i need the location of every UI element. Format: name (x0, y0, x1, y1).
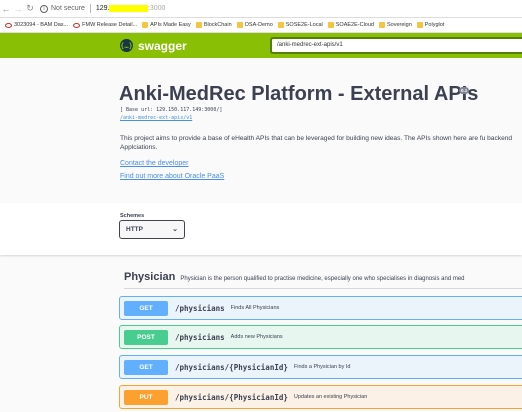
method-badge: GET (124, 300, 168, 316)
swagger-logo-icon: {…} (120, 39, 133, 52)
browser-address-bar: ← → ↻ i Not secure 129.150.117.149:3000 (0, 0, 522, 18)
swagger-logo-text: swagger (138, 38, 187, 53)
method-badge: POST (124, 329, 168, 345)
oracle-icon (5, 22, 12, 28)
bookmark-label: Sovereign (386, 22, 412, 28)
bookmark-item[interactable]: BlockChain (195, 22, 232, 28)
bookmark-label: APIs Made Easy (150, 22, 191, 28)
operation-path: /physicians/{PhysicianId} (175, 392, 288, 402)
bookmark-item[interactable]: SOAE2E-Cloud (327, 22, 374, 28)
operation-path: /physicians/{PhysicianId} (175, 362, 288, 372)
bookmark-label: SOAE2E-Cloud (335, 22, 374, 28)
contact-developer-link[interactable]: Contact the developer (120, 160, 189, 167)
url-redaction: 150.117.149 (109, 5, 148, 12)
method-badge: GET (124, 359, 168, 375)
bookmark-item[interactable]: 3023094 - BAM Das... (5, 22, 68, 28)
swagger-logo[interactable]: {…} swagger (120, 39, 187, 53)
back-arrow-icon[interactable]: ← (0, 4, 12, 14)
folder-icon (327, 22, 334, 28)
operation-get-physician-by-id[interactable]: GET /physicians/{PhysicianId} Finds a Ph… (119, 355, 522, 379)
swagger-topbar: {…} swagger /anki-medrec-ext-apis/v1 (0, 33, 522, 58)
bookmark-label: BlockChain (203, 22, 232, 28)
page-title: Anki-MedRec Platform - External APIs (119, 83, 479, 105)
method-badge: PUT (124, 389, 168, 405)
operation-put-physician[interactable]: PUT /physicians/{PhysicianId} Updates an… (119, 385, 522, 409)
tag-physician[interactable]: Physician Physician is the person qualif… (124, 271, 522, 289)
base-path-link[interactable]: /anki-medrec-ext-apis/v1 (120, 115, 192, 121)
tag-description: Physician is the person qualified to pra… (180, 276, 465, 282)
schemes-selected-value: HTTP (126, 226, 143, 233)
oracle-paas-link[interactable]: Find out more about Oracle PaaS (120, 173, 224, 180)
version-badge: 0.1 (459, 87, 470, 94)
bookmark-label: Polyglot (424, 22, 445, 28)
security-label: Not secure (51, 5, 85, 12)
folder-icon (378, 22, 385, 28)
tag-name: Physician (124, 271, 176, 283)
folder-icon (195, 22, 202, 28)
chevron-down-icon: ⌄ (172, 226, 178, 233)
bookmark-item[interactable]: Polyglot (416, 22, 445, 28)
bookmarks-bar: 3023094 - BAM Das... FMW Release Detail.… (0, 18, 522, 33)
bookmark-item[interactable]: Sovereign (378, 22, 412, 28)
operation-summary: Finds All Physicians (230, 305, 280, 311)
oracle-icon (73, 22, 81, 28)
browser-url[interactable]: 129.150.117.149:3000 (95, 5, 166, 12)
bookmark-label: OSA-Demo (244, 22, 273, 28)
url-port: :3000 (147, 5, 166, 12)
folder-icon (236, 22, 243, 28)
bookmark-item[interactable]: APIs Made Easy (142, 22, 191, 28)
operation-summary: Updates an existing Physician (293, 394, 368, 400)
url-prefix: 129. (95, 5, 110, 12)
folder-icon (142, 22, 149, 28)
bookmark-item[interactable]: SOSE2E-Local (277, 22, 323, 28)
bookmark-item[interactable]: OSA-Demo (236, 22, 273, 28)
info-icon: i (40, 4, 48, 13)
spec-url-input[interactable]: /anki-medrec-ext-apis/v1 (270, 37, 522, 54)
schemes-section: Schemes HTTP ⌄ (0, 203, 522, 255)
reload-icon[interactable]: ↻ (24, 3, 36, 14)
schemes-select[interactable]: HTTP ⌄ (119, 220, 185, 239)
bookmark-label: FMW Release Detail... (82, 22, 138, 28)
forward-arrow-icon[interactable]: → (12, 4, 24, 14)
operation-post-physicians[interactable]: POST /physicians Adds new Physicians (119, 325, 522, 349)
operation-summary: Adds new Physicians (230, 334, 283, 340)
base-url: [ Base url: 129.150.117.149:3000/] (120, 107, 223, 113)
divider (89, 4, 91, 13)
operation-path: /physicians (175, 303, 225, 313)
security-indicator[interactable]: i Not secure (40, 4, 85, 13)
operation-summary: Finds a Physician by Id (293, 364, 351, 370)
api-description: This project aims to provide a base of e… (120, 135, 513, 151)
folder-icon (416, 22, 423, 28)
operation-get-physicians[interactable]: GET /physicians Finds All Physicians (119, 296, 522, 320)
schemes-label: Schemes (120, 213, 145, 219)
bookmark-label: 3023094 - BAM Das... (14, 22, 69, 28)
bookmark-label: SOSE2E-Local (285, 22, 323, 28)
folder-icon (277, 22, 284, 28)
operation-path: /physicians (175, 332, 225, 342)
bookmark-item[interactable]: FMW Release Detail... (73, 22, 137, 28)
